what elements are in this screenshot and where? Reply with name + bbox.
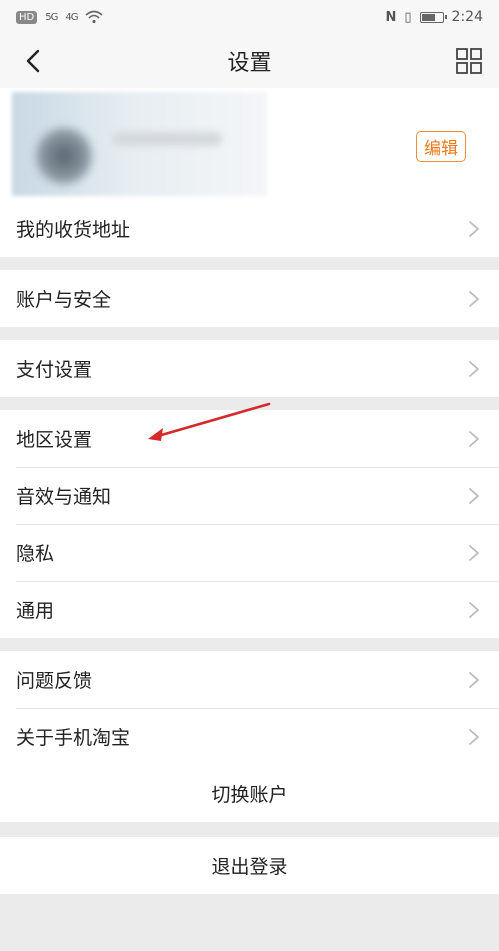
hd-badge: HD: [16, 10, 38, 24]
settings-list: 我的收货地址 账户与安全支付设置地区设置音效与通知隐私通用问题反馈关于手机淘宝: [0, 200, 499, 765]
chevron-right-icon: [469, 671, 479, 688]
back-button[interactable]: [18, 46, 48, 76]
signal-5g-icon: 5G: [45, 11, 58, 23]
switch-account-label: 切换账户: [211, 784, 288, 806]
clock: 2:24: [451, 9, 483, 25]
settings-row[interactable]: 我的收货地址: [0, 200, 499, 257]
chevron-right-icon: [469, 290, 479, 307]
battery-icon: [419, 11, 447, 23]
wifi-icon: [85, 10, 104, 24]
settings-row[interactable]: 音效与通知: [0, 467, 499, 524]
logout-button[interactable]: 退出登录: [0, 837, 499, 894]
signal-4g-icon: 4G: [65, 11, 78, 23]
settings-row[interactable]: 关于手机淘宝: [0, 708, 499, 765]
chevron-right-icon: [469, 430, 479, 447]
settings-group: 我的收货地址: [0, 200, 499, 257]
settings-row-label: 支付设置: [16, 359, 93, 381]
qr-menu-icon[interactable]: [455, 47, 483, 75]
settings-row-label: 音效与通知: [16, 486, 112, 508]
edit-profile-button[interactable]: 编辑: [416, 131, 466, 162]
settings-row-label: 账户与安全: [16, 289, 112, 311]
settings-row-label: 关于手机淘宝: [16, 727, 131, 749]
nfc-icon: N: [385, 9, 397, 25]
chevron-right-icon: [469, 487, 479, 504]
blurred-profile-info: [12, 92, 267, 196]
logout-label: 退出登录: [211, 856, 288, 878]
switch-account-button[interactable]: 切换账户: [0, 765, 499, 822]
blurred-username: [112, 132, 222, 146]
settings-row-label: 通用: [16, 600, 55, 622]
settings-row-label: 我的收货地址: [16, 219, 131, 241]
profile-card[interactable]: 编辑: [0, 88, 499, 200]
settings-group: 地区设置音效与通知隐私通用: [0, 410, 499, 638]
chevron-right-icon: [469, 220, 479, 237]
settings-row-label: 隐私: [16, 543, 55, 565]
vibrate-icon: ▯: [404, 9, 412, 25]
settings-row[interactable]: 问题反馈: [0, 651, 499, 708]
settings-row[interactable]: 账户与安全: [0, 270, 499, 327]
nav-bar: 设置: [0, 34, 499, 88]
settings-group: 支付设置: [0, 340, 499, 397]
chevron-right-icon: [469, 601, 479, 618]
avatar: [36, 128, 92, 184]
settings-row[interactable]: 隐私: [0, 524, 499, 581]
settings-group: 账户与安全: [0, 270, 499, 327]
chevron-right-icon: [469, 728, 479, 745]
settings-row-label: 地区设置: [16, 429, 93, 451]
settings-row-label: 问题反馈: [16, 670, 93, 692]
settings-row[interactable]: 地区设置: [0, 410, 499, 467]
chevron-right-icon: [469, 544, 479, 561]
status-bar: HD 5G 4G N ▯ 2:24: [0, 0, 499, 34]
settings-group: 问题反馈关于手机淘宝: [0, 651, 499, 765]
page-title: 设置: [227, 51, 272, 76]
settings-row[interactable]: 支付设置: [0, 340, 499, 397]
chevron-right-icon: [469, 360, 479, 377]
chevron-left-icon: [26, 49, 40, 73]
settings-row[interactable]: 通用: [0, 581, 499, 638]
